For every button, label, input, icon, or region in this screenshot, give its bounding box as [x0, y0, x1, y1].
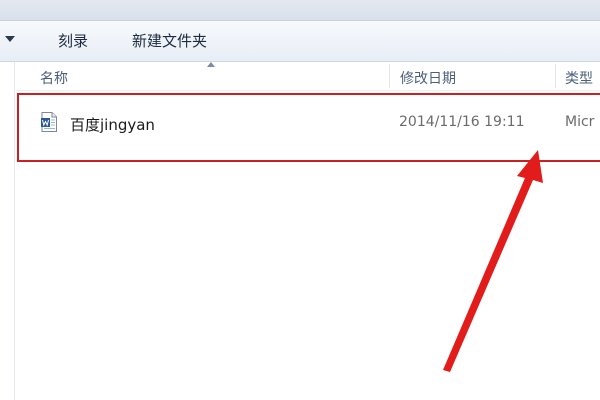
file-list-pane: 名称 修改日期 类型 百度jingyan 2014/11/16 19:11 Mi… — [0, 62, 600, 400]
file-date-modified: 2014/11/16 19:11 — [399, 114, 525, 130]
organize-dropdown-arrow-icon[interactable] — [5, 36, 15, 42]
file-row[interactable]: 百度jingyan 2014/11/16 19:11 Micr — [15, 94, 600, 158]
column-resize-handle[interactable] — [389, 64, 390, 88]
word-document-icon — [41, 112, 57, 132]
explorer-window: 刻录 新建文件夹 名称 修改日期 类型 百度jingyan 2014/11/16… — [0, 0, 600, 400]
column-header-date-modified[interactable]: 修改日期 — [400, 68, 456, 88]
title-strip — [0, 0, 600, 21]
toolbar: 刻录 新建文件夹 — [0, 21, 600, 62]
column-header-row: 名称 修改日期 类型 — [15, 62, 600, 91]
column-header-name[interactable]: 名称 — [40, 68, 68, 88]
file-type: Micr — [565, 114, 595, 130]
new-folder-button[interactable]: 新建文件夹 — [132, 31, 207, 51]
column-header-type[interactable]: 类型 — [565, 68, 593, 88]
column-resize-handle[interactable] — [555, 64, 556, 88]
burn-button[interactable]: 刻录 — [58, 31, 88, 51]
file-name: 百度jingyan — [70, 116, 155, 134]
sort-ascending-icon — [207, 62, 215, 67]
